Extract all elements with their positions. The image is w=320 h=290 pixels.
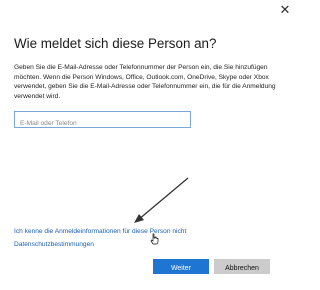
dialog-title: Wie meldet sich diese Person an?	[14, 36, 217, 51]
email-phone-input[interactable]	[15, 116, 190, 131]
title-bar: ✕	[0, 0, 300, 22]
close-icon[interactable]: ✕	[278, 3, 292, 17]
arrow-annotation-icon	[134, 177, 189, 223]
no-signin-info-link[interactable]: Ich kenne die Anmeldeinformationen für d…	[14, 228, 186, 235]
privacy-link[interactable]: Datenschutzbestimmungen	[14, 241, 94, 248]
email-phone-field-container	[14, 111, 191, 131]
dialog-window: ✕ Wie meldet sich diese Person an? Geben…	[0, 0, 300, 290]
hand-cursor-icon	[150, 233, 159, 245]
dialog-description: Geben Sie die E-Mail-Adresse oder Telefo…	[14, 64, 276, 100]
cancel-button[interactable]: Abbrechen	[214, 259, 270, 274]
next-button[interactable]: Weiter	[153, 259, 209, 274]
